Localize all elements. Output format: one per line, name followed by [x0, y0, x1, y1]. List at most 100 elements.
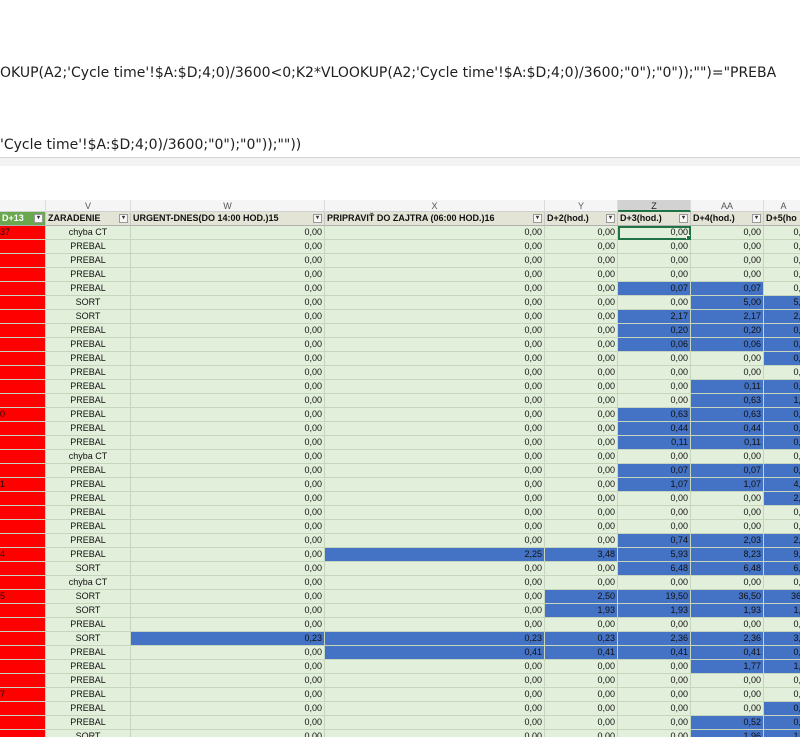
cell-a[interactable]: [0, 464, 46, 478]
cell-z[interactable]: 0,00: [618, 716, 691, 730]
cell-x[interactable]: 0,00: [325, 618, 545, 632]
cell-x[interactable]: 0,00: [325, 716, 545, 730]
cell-ab[interactable]: 0,: [764, 254, 800, 268]
cell-w[interactable]: 0,00: [131, 646, 325, 660]
cell-z[interactable]: 0,00: [618, 296, 691, 310]
cell-v[interactable]: SORT: [46, 590, 131, 604]
cell-ab[interactable]: 6,: [764, 562, 800, 576]
cell-ab[interactable]: 0,: [764, 380, 800, 394]
cell-x[interactable]: 0,00: [325, 520, 545, 534]
cell-w[interactable]: 0,00: [131, 394, 325, 408]
cell-w[interactable]: 0,00: [131, 352, 325, 366]
cell-ab[interactable]: 0,: [764, 240, 800, 254]
cell-ab[interactable]: 0,: [764, 436, 800, 450]
cell-w[interactable]: 0,00: [131, 240, 325, 254]
cell-aa[interactable]: 0,00: [691, 576, 764, 590]
cell-x[interactable]: 0,00: [325, 366, 545, 380]
cell-y[interactable]: 0,00: [545, 352, 618, 366]
cell-w[interactable]: 0,00: [131, 366, 325, 380]
cell-a[interactable]: 7: [0, 688, 46, 702]
cell-y[interactable]: 0,00: [545, 310, 618, 324]
filter-dropdown-icon[interactable]: ▾: [313, 214, 322, 223]
cell-y[interactable]: 0,00: [545, 576, 618, 590]
cell-z[interactable]: 0,63: [618, 408, 691, 422]
cell-x[interactable]: 0,00: [325, 394, 545, 408]
cell-y[interactable]: 0,00: [545, 296, 618, 310]
cell-y[interactable]: 0,00: [545, 254, 618, 268]
cell-aa[interactable]: 1,07: [691, 478, 764, 492]
cell-y[interactable]: 0,00: [545, 716, 618, 730]
cell-a[interactable]: [0, 618, 46, 632]
cell-w[interactable]: 0,00: [131, 548, 325, 562]
cell-a[interactable]: [0, 282, 46, 296]
cell-aa[interactable]: 0,00: [691, 254, 764, 268]
cell-v[interactable]: chyba CT: [46, 450, 131, 464]
cell-aa[interactable]: 2,17: [691, 310, 764, 324]
cell-a[interactable]: 4: [0, 548, 46, 562]
cell-y[interactable]: 0,00: [545, 268, 618, 282]
cell-aa[interactable]: 8,23: [691, 548, 764, 562]
cell-w[interactable]: 0,00: [131, 590, 325, 604]
cell-aa[interactable]: 0,00: [691, 240, 764, 254]
column-letter-a[interactable]: A: [764, 200, 800, 212]
cell-v[interactable]: PREBAL: [46, 436, 131, 450]
cell-a[interactable]: [0, 604, 46, 618]
cell-a[interactable]: [0, 534, 46, 548]
cell-ab[interactable]: 1,: [764, 730, 800, 737]
cell-v[interactable]: PREBAL: [46, 674, 131, 688]
filter-dropdown-icon[interactable]: ▾: [679, 214, 688, 223]
cell-v[interactable]: PREBAL: [46, 618, 131, 632]
cell-aa[interactable]: 0,63: [691, 394, 764, 408]
cell-aa[interactable]: 0,06: [691, 338, 764, 352]
cell-w[interactable]: 0,00: [131, 296, 325, 310]
cell-v[interactable]: PREBAL: [46, 422, 131, 436]
cell-a[interactable]: [0, 352, 46, 366]
cell-v[interactable]: PREBAL: [46, 548, 131, 562]
cell-ab[interactable]: 0,: [764, 702, 800, 716]
header-cell-v[interactable]: ZARADENIE ▾: [46, 212, 131, 226]
cell-z[interactable]: 6,48: [618, 562, 691, 576]
cell-z[interactable]: 0,00: [618, 226, 691, 240]
cell-aa[interactable]: 0,07: [691, 464, 764, 478]
cell-aa[interactable]: 0,11: [691, 436, 764, 450]
cell-x[interactable]: 0,00: [325, 492, 545, 506]
cell-x[interactable]: 0,00: [325, 534, 545, 548]
cell-ab[interactable]: 0,: [764, 576, 800, 590]
cell-ab[interactable]: 0,: [764, 338, 800, 352]
cell-aa[interactable]: 0,00: [691, 352, 764, 366]
cell-w[interactable]: 0,00: [131, 282, 325, 296]
cell-aa[interactable]: 0,00: [691, 268, 764, 282]
cell-v[interactable]: PREBAL: [46, 660, 131, 674]
cell-w[interactable]: 0,00: [131, 576, 325, 590]
cell-a[interactable]: [0, 436, 46, 450]
cell-z[interactable]: 0,00: [618, 688, 691, 702]
cell-x[interactable]: 0,00: [325, 324, 545, 338]
cell-z[interactable]: 0,41: [618, 646, 691, 660]
cell-a[interactable]: [0, 730, 46, 737]
cell-a[interactable]: [0, 632, 46, 646]
cell-z[interactable]: 0,00: [618, 268, 691, 282]
cell-w[interactable]: 0,00: [131, 422, 325, 436]
cell-z[interactable]: 2,36: [618, 632, 691, 646]
cell-a[interactable]: [0, 338, 46, 352]
cell-z[interactable]: 1,93: [618, 604, 691, 618]
cell-a[interactable]: [0, 450, 46, 464]
cell-ab[interactable]: 3,: [764, 632, 800, 646]
cell-v[interactable]: SORT: [46, 730, 131, 737]
cell-ab[interactable]: 0,: [764, 282, 800, 296]
cell-v[interactable]: PREBAL: [46, 408, 131, 422]
cell-x[interactable]: 0,00: [325, 254, 545, 268]
cell-ab[interactable]: 0,: [764, 688, 800, 702]
cell-z[interactable]: 2,17: [618, 310, 691, 324]
cell-aa[interactable]: 0,41: [691, 646, 764, 660]
column-letter-z[interactable]: Z: [618, 200, 691, 212]
cell-w[interactable]: 0,00: [131, 562, 325, 576]
filter-dropdown-icon[interactable]: ▾: [606, 214, 615, 223]
cell-aa[interactable]: 36,50: [691, 590, 764, 604]
cell-ab[interactable]: 1,: [764, 394, 800, 408]
cell-w[interactable]: 0,00: [131, 688, 325, 702]
cell-ab[interactable]: 0,: [764, 464, 800, 478]
cell-z[interactable]: 1,07: [618, 478, 691, 492]
column-letter-x[interactable]: X: [325, 200, 545, 212]
header-cell-w[interactable]: URGENT-DNES(DO 14:00 HOD.)15 ▾: [131, 212, 325, 226]
